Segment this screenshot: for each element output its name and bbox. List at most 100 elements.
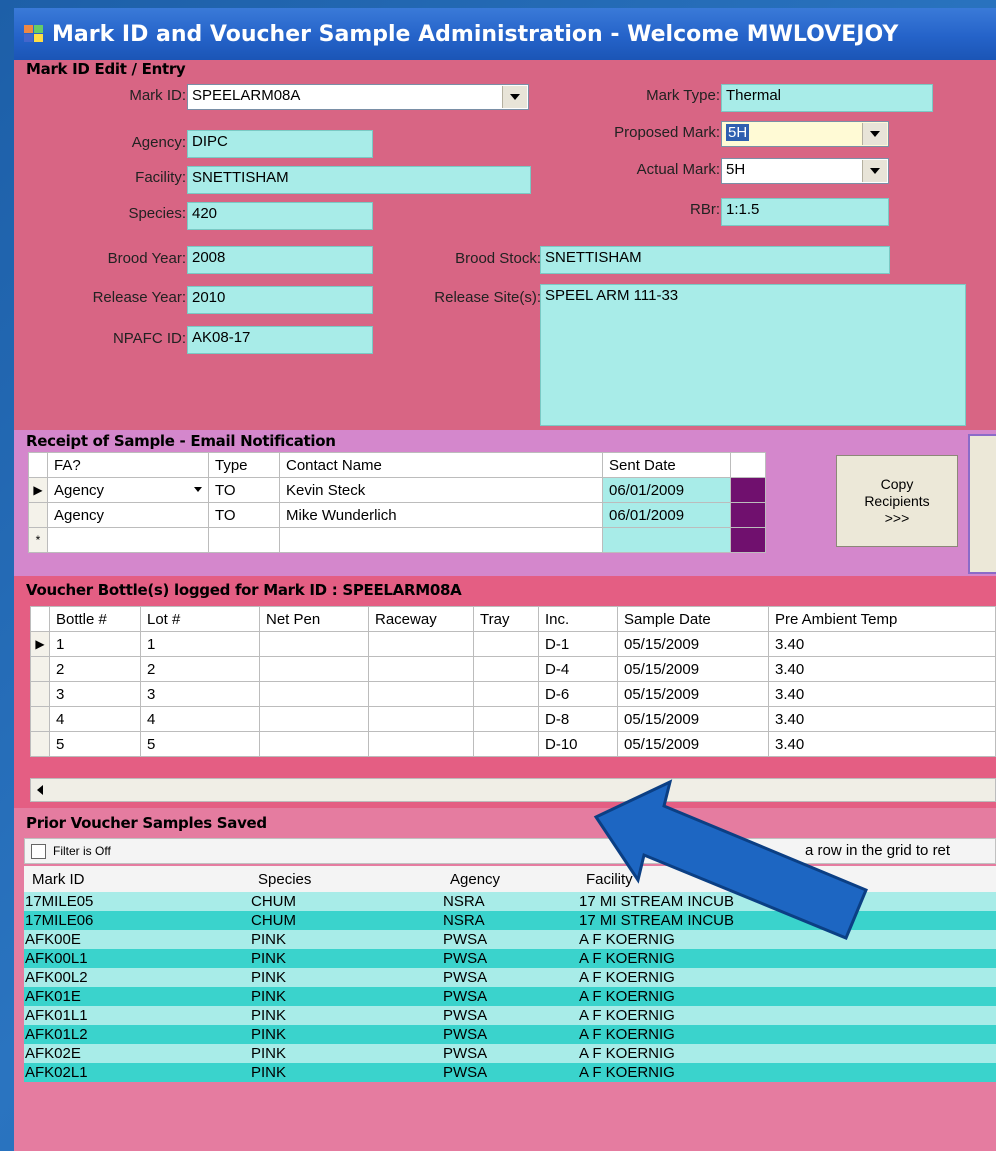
table-row[interactable]: AFK00L1 PINK PWSA A F KOERNIG <box>24 949 996 968</box>
mark-id-cell[interactable]: 17MILE06 <box>24 911 250 930</box>
tray-cell[interactable] <box>473 631 539 657</box>
bottle-cell[interactable]: 3 <box>49 681 141 707</box>
net-pen-cell[interactable] <box>259 681 369 707</box>
table-row[interactable]: AFK00E PINK PWSA A F KOERNIG <box>24 930 996 949</box>
npafc-field[interactable]: AK08-17 <box>187 326 373 354</box>
raceway-cell[interactable] <box>368 656 474 682</box>
sent-date-cell[interactable]: 06/01/2009 <box>602 502 731 528</box>
chevron-down-icon[interactable] <box>194 487 202 492</box>
mark-id-cell[interactable]: AFK01E <box>24 987 250 1006</box>
agency-cell[interactable]: PWSA <box>442 1063 578 1082</box>
table-row[interactable]: ▶ Agency TO Kevin Steck 06/01/2009 <box>28 477 766 503</box>
new-row[interactable]: * <box>28 527 766 553</box>
species-cell[interactable]: PINK <box>250 1063 442 1082</box>
sample-date-cell[interactable]: 05/15/2009 <box>617 706 769 732</box>
facility-cell[interactable]: A F KOERNIG <box>578 968 996 987</box>
col-bottle[interactable]: Bottle # <box>49 606 141 632</box>
facility-cell[interactable]: A F KOERNIG <box>578 1044 996 1063</box>
table-row[interactable]: AFK02L1 PINK PWSA A F KOERNIG <box>24 1063 996 1082</box>
col-inc[interactable]: Inc. <box>538 606 618 632</box>
scroll-left-icon[interactable] <box>37 785 43 795</box>
sample-date-cell[interactable]: 05/15/2009 <box>617 656 769 682</box>
lot-cell[interactable]: 5 <box>140 731 260 757</box>
col-mark-id[interactable]: Mark ID <box>24 866 250 892</box>
table-row[interactable]: AFK02E PINK PWSA A F KOERNIG <box>24 1044 996 1063</box>
type-cell[interactable]: TO <box>208 502 280 528</box>
tray-cell[interactable] <box>473 681 539 707</box>
type-cell[interactable]: TO <box>208 477 280 503</box>
col-agency[interactable]: Agency <box>442 866 578 892</box>
temp-cell[interactable]: 3.40 <box>768 656 996 682</box>
col-raceway[interactable]: Raceway <box>368 606 474 632</box>
col-tray[interactable]: Tray <box>473 606 539 632</box>
facility-cell[interactable]: 17 MI STREAM INCUB <box>578 911 996 930</box>
mark-id-cell[interactable]: AFK00L2 <box>24 968 250 987</box>
species-cell[interactable]: PINK <box>250 1025 442 1044</box>
chevron-down-icon[interactable] <box>862 160 887 182</box>
agency-cell[interactable]: PWSA <box>442 968 578 987</box>
net-pen-cell[interactable] <box>259 656 369 682</box>
temp-cell[interactable]: 3.40 <box>768 706 996 732</box>
net-pen-cell[interactable] <box>259 706 369 732</box>
inc-cell[interactable]: D-4 <box>538 656 618 682</box>
mark-id-cell[interactable]: AFK02L1 <box>24 1063 250 1082</box>
table-row[interactable]: ▶ 1 1 D-1 05/15/2009 3.40 <box>30 631 996 657</box>
mark-id-cell[interactable]: AFK02E <box>24 1044 250 1063</box>
facility-cell[interactable]: A F KOERNIG <box>578 1025 996 1044</box>
raceway-cell[interactable] <box>368 631 474 657</box>
tray-cell[interactable] <box>473 731 539 757</box>
inc-cell[interactable]: D-8 <box>538 706 618 732</box>
bottle-cell[interactable]: 2 <box>49 656 141 682</box>
mark-id-cell[interactable]: AFK01L2 <box>24 1025 250 1044</box>
chevron-down-icon[interactable] <box>862 123 887 145</box>
table-row[interactable]: AFK01L2 PINK PWSA A F KOERNIG <box>24 1025 996 1044</box>
bottle-cell[interactable]: 4 <box>49 706 141 732</box>
tray-cell[interactable] <box>473 656 539 682</box>
actual-mark-combo[interactable]: 5H <box>721 158 889 184</box>
species-cell[interactable]: PINK <box>250 968 442 987</box>
inc-cell[interactable]: D-1 <box>538 631 618 657</box>
fa-cell[interactable]: Agency <box>47 477 209 503</box>
facility-field[interactable]: SNETTISHAM <box>187 166 531 194</box>
sample-date-cell[interactable]: 05/15/2009 <box>617 631 769 657</box>
species-cell[interactable]: PINK <box>250 930 442 949</box>
net-pen-cell[interactable] <box>259 631 369 657</box>
mark-id-cell[interactable]: AFK00L1 <box>24 949 250 968</box>
table-row[interactable]: AFK01L1 PINK PWSA A F KOERNIG <box>24 1006 996 1025</box>
net-pen-cell[interactable] <box>259 731 369 757</box>
table-row[interactable]: 17MILE05 CHUM NSRA 17 MI STREAM INCUB <box>24 892 996 911</box>
col-sent-date[interactable]: Sent Date <box>602 452 731 478</box>
col-net-pen[interactable]: Net Pen <box>259 606 369 632</box>
rbr-field[interactable]: 1:1.5 <box>721 198 889 226</box>
facility-cell[interactable]: A F KOERNIG <box>578 1063 996 1082</box>
horizontal-scrollbar[interactable] <box>30 778 996 802</box>
inc-cell[interactable]: D-6 <box>538 681 618 707</box>
tray-cell[interactable] <box>473 706 539 732</box>
brood-year-field[interactable]: 2008 <box>187 246 373 274</box>
species-field[interactable]: 420 <box>187 202 373 230</box>
table-row[interactable]: AFK00L2 PINK PWSA A F KOERNIG <box>24 968 996 987</box>
sent-date-cell[interactable]: 06/01/2009 <box>602 477 731 503</box>
agency-cell[interactable]: PWSA <box>442 1044 578 1063</box>
type-cell[interactable] <box>208 527 280 553</box>
table-row[interactable]: 5 5 D-10 05/15/2009 3.40 <box>30 731 996 757</box>
species-cell[interactable]: PINK <box>250 1006 442 1025</box>
temp-cell[interactable]: 3.40 <box>768 681 996 707</box>
table-row[interactable]: 4 4 D-8 05/15/2009 3.40 <box>30 706 996 732</box>
agency-cell[interactable]: PWSA <box>442 1006 578 1025</box>
raceway-cell[interactable] <box>368 731 474 757</box>
col-type[interactable]: Type <box>208 452 280 478</box>
contact-cell[interactable] <box>279 527 603 553</box>
mark-type-field[interactable]: Thermal <box>721 84 933 112</box>
mark-id-cell[interactable]: 17MILE05 <box>24 892 250 911</box>
fa-cell[interactable]: Agency <box>47 502 209 528</box>
temp-cell[interactable]: 3.40 <box>768 731 996 757</box>
contact-cell[interactable]: Mike Wunderlich <box>279 502 603 528</box>
mark-id-cell[interactable]: AFK01L1 <box>24 1006 250 1025</box>
facility-cell[interactable]: A F KOERNIG <box>578 987 996 1006</box>
table-row[interactable]: 2 2 D-4 05/15/2009 3.40 <box>30 656 996 682</box>
proposed-mark-combo[interactable]: 5H <box>721 121 889 147</box>
col-sample-date[interactable]: Sample Date <box>617 606 769 632</box>
fa-cell[interactable] <box>47 527 209 553</box>
facility-cell[interactable]: A F KOERNIG <box>578 930 996 949</box>
